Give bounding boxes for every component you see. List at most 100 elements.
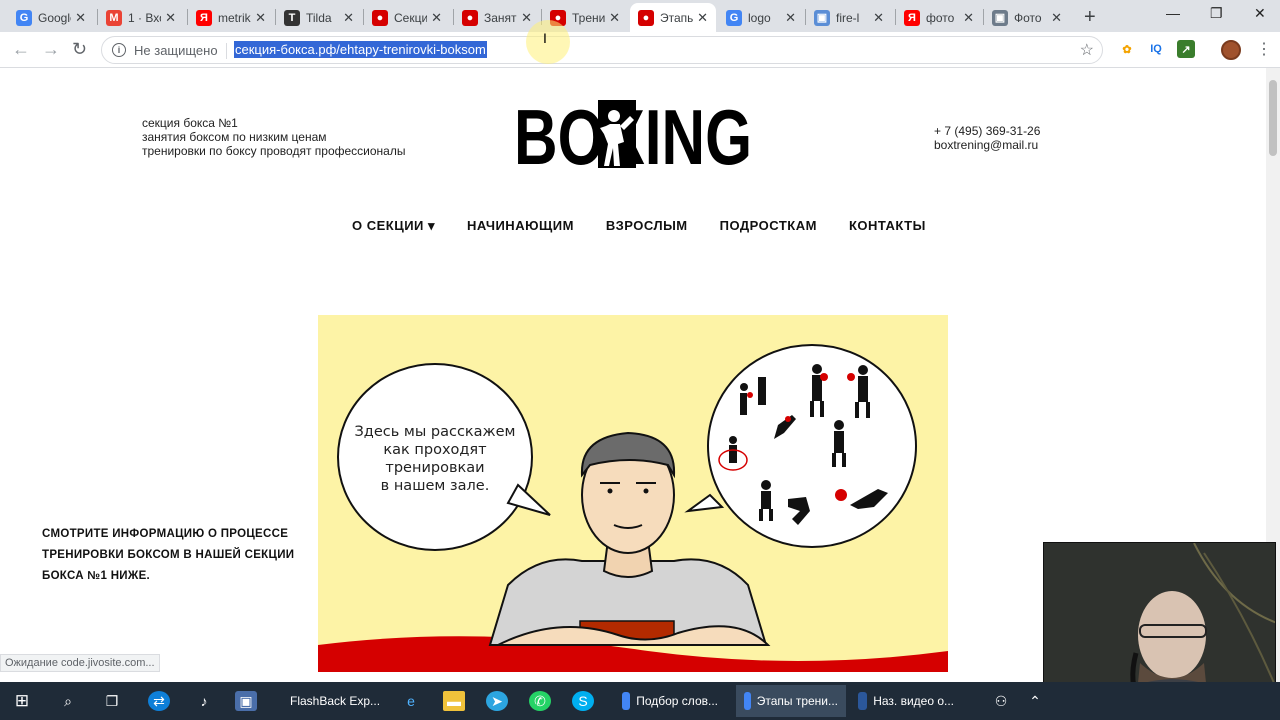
taskbar-app-label: Наз. видео о... (873, 694, 954, 708)
tab-separator (97, 9, 98, 25)
site-tagline: секция бокса №1 занятия боксом по низким… (142, 116, 405, 158)
minimize-button[interactable]: — (1166, 5, 1180, 21)
email-link[interactable]: boxtrening@mail.ru (934, 138, 1040, 152)
tab-separator (275, 9, 276, 25)
browser-tab[interactable]: ● Секция✕ (364, 3, 450, 32)
tab-separator (983, 9, 984, 25)
tab-title: Фото (1014, 10, 1042, 25)
cartoon-trainer-illustration: Здесь мы расскажем как проходят трениров… (318, 344, 948, 672)
bookmark-star-icon[interactable]: ☆ (1080, 40, 1094, 60)
tab-title: Секция (394, 10, 428, 25)
tab-title: Занятия (484, 10, 517, 25)
browser-tab[interactable]: T Tilda ✕ (276, 3, 362, 32)
tab-close-icon[interactable]: ✕ (873, 10, 884, 26)
url-text[interactable]: секция-бокса.рф/ehtapy-trenirovki-boksom (234, 41, 487, 58)
address-bar[interactable]: i Не защищено секция-бокса.рф/ehtapy-tre… (101, 36, 1103, 64)
profile-avatar[interactable] (1221, 40, 1241, 60)
yandex-icon: Я (904, 9, 920, 26)
tab-close-icon[interactable]: ✕ (431, 10, 442, 26)
tab-title: Этапы (660, 10, 694, 25)
people-icon[interactable]: ⚇ (990, 691, 1012, 711)
scrollbar-thumb[interactable] (1269, 80, 1277, 156)
nav-item-about[interactable]: О СЕКЦИИ ▾ (352, 218, 435, 234)
tray-chevron-up-icon[interactable]: ⌃ (1024, 691, 1046, 711)
tab-title: metrika (218, 10, 251, 25)
tab-close-icon[interactable]: ✕ (343, 10, 354, 26)
reload-icon[interactable]: ↻ (72, 39, 87, 60)
task-view-icon[interactable]: ❐ (101, 691, 123, 711)
phone-link[interactable]: + 7 (495) 369-31-26 (934, 124, 1040, 138)
new-tab-button[interactable]: + (1084, 6, 1096, 29)
forward-icon[interactable]: → (42, 39, 60, 60)
tab-close-icon[interactable]: ✕ (1051, 10, 1062, 26)
yandex-icon: Я (196, 9, 212, 26)
tab-title: Google (38, 10, 71, 25)
browser-tab[interactable]: ▣ Фото ✕ (984, 3, 1070, 32)
photo-icon: ▣ (992, 9, 1008, 26)
nav-item-adults[interactable]: ВЗРОСЛЫМ (606, 218, 688, 234)
tagline-line: секция бокса №1 (142, 116, 238, 130)
info-icon[interactable]: i (112, 43, 126, 57)
restore-button[interactable]: ❐ (1210, 5, 1223, 22)
start-windows-icon[interactable]: ⊞ (11, 691, 33, 711)
close-window-button[interactable]: ✕ (1254, 5, 1266, 22)
browser-tab[interactable]: ● Этапы ✕ (630, 3, 716, 32)
browser-tab[interactable]: M 1 · Входящие ✕ (98, 3, 184, 32)
taskbar-app[interactable]: Этапы трени... (736, 685, 846, 717)
omnibox-divider (226, 43, 227, 59)
tab-close-icon[interactable]: ✕ (963, 10, 974, 26)
boxing-glove-icon: ● (462, 9, 478, 26)
tab-close-icon[interactable]: ✕ (697, 10, 708, 26)
gmail-icon: M (106, 9, 122, 26)
extension-chart-icon[interactable]: ↗ (1177, 40, 1195, 58)
tab-close-icon[interactable]: ✕ (165, 10, 176, 26)
boxing-logo[interactable]: BOXING (514, 98, 752, 170)
tab-separator (187, 9, 188, 25)
browser-tab[interactable]: ▣ fire-l ✕ (806, 3, 892, 32)
site-contacts: + 7 (495) 369-31-26 boxtrening@mail.ru (934, 124, 1040, 152)
taskbar-app[interactable]: Подбор слов... (614, 685, 726, 717)
taskbar-app[interactable]: FlashBack Exp... (276, 685, 388, 717)
taskbar-app-label: Подбор слов... (636, 694, 718, 708)
extension-paw-icon[interactable]: ✿ (1118, 40, 1136, 58)
file-explorer-icon[interactable]: ▬ (443, 691, 465, 711)
google-docs-icon: G (16, 9, 32, 26)
microphone-icon[interactable]: ♪ (193, 691, 215, 711)
tab-title: фото (926, 10, 955, 25)
nav-item-contacts[interactable]: КОНТАКТЫ (849, 218, 926, 234)
windows-taskbar: ⊞ ⌕ ❐ ⇄ ♪ ▣ FlashBack Exp... Подбор слов.… (0, 682, 1280, 720)
tab-title: fire-l (836, 10, 860, 25)
browser-tab[interactable]: Яmetrika ✕ (188, 3, 274, 32)
back-icon[interactable]: ← (12, 39, 30, 60)
tab-separator (363, 9, 364, 25)
screen-recorder-icon[interactable]: ▣ (235, 691, 257, 711)
tab-close-icon[interactable]: ✕ (75, 10, 86, 26)
browser-tab[interactable]: ● Занятия ✕ (454, 3, 540, 32)
teamviewer-icon[interactable]: ⇄ (148, 691, 170, 711)
tab-close-icon[interactable]: ✕ (521, 10, 532, 26)
browser-tab[interactable]: G Google ✕ (8, 3, 94, 32)
taskbar-app-label: Этапы трени... (756, 694, 838, 708)
extension-iq-icon[interactable]: IQ (1147, 40, 1165, 58)
nav-item-teens[interactable]: ПОДРОСТКАМ (720, 218, 817, 234)
edge-icon[interactable]: e (400, 691, 422, 711)
not-secure-label[interactable]: Не защищено (134, 43, 218, 58)
browser-tab[interactable]: Яфото ✕ (896, 3, 982, 32)
google-icon: G (726, 9, 742, 26)
browser-menu-icon[interactable]: ⋮ (1256, 39, 1272, 59)
search-icon[interactable]: ⌕ (57, 691, 79, 711)
tab-separator (453, 9, 454, 25)
whatsapp-icon[interactable]: ✆ (529, 691, 551, 711)
taskbar-app[interactable]: Наз. видео о... (850, 685, 962, 717)
skype-icon[interactable]: S (572, 691, 594, 711)
tab-separator (805, 9, 806, 25)
telegram-icon[interactable]: ➤ (486, 691, 508, 711)
tab-close-icon[interactable]: ✕ (255, 10, 266, 26)
tab-close-icon[interactable]: ✕ (609, 10, 620, 26)
nav-item-beginners[interactable]: НАЧИНАЮЩИМ (467, 218, 574, 234)
bubble-line: в нашем зале. (381, 478, 490, 494)
word-icon (858, 692, 868, 710)
site-nav: О СЕКЦИИ ▾ НАЧИНАЮЩИМ ВЗРОСЛЫМ ПОДРОСТКА… (352, 218, 926, 234)
tab-close-icon[interactable]: ✕ (785, 10, 796, 26)
browser-tab[interactable]: Glogo ✕ (718, 3, 804, 32)
